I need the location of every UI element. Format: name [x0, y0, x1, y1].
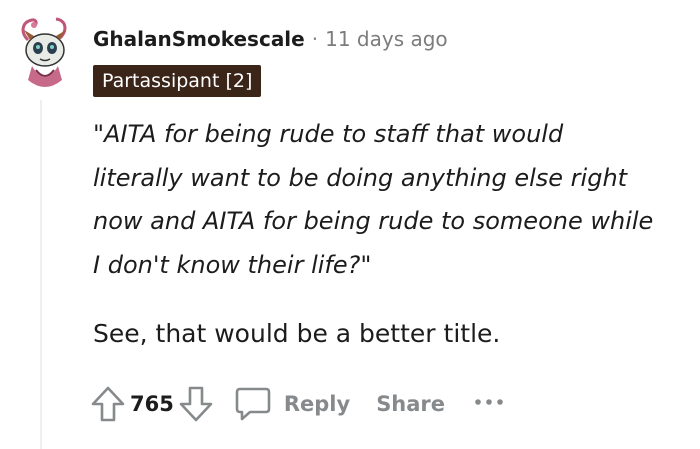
thread-line[interactable] — [40, 100, 42, 449]
reply-label: Reply — [283, 392, 351, 416]
quote-line: literally want to be doing anything else… — [93, 163, 628, 192]
more-dots-icon — [475, 399, 503, 405]
upvote-arrow-icon — [91, 386, 125, 422]
reply-button[interactable]: Reply — [234, 385, 350, 423]
meta-separator: · — [311, 27, 319, 51]
speech-bubble-icon — [235, 387, 271, 421]
upvote-button[interactable] — [88, 382, 128, 426]
comment-text: See, that would be a better title. — [93, 319, 501, 348]
comment-actions: 765 Reply Share — [88, 380, 507, 428]
timestamp[interactable]: 11 days ago — [325, 27, 448, 51]
vote-score: 765 — [130, 392, 174, 416]
username-link[interactable]: GhalanSmokescale — [93, 27, 305, 51]
downvote-button[interactable] — [176, 382, 216, 426]
share-button[interactable]: Share — [376, 392, 445, 416]
comment-quote: "AITA for being rude to staff that would… — [93, 113, 693, 287]
user-flair: Partassipant [2] — [93, 65, 262, 97]
comment-header: GhalanSmokescale · 11 days ago — [93, 24, 448, 54]
downvote-arrow-icon — [179, 386, 213, 422]
quote-line: "AITA for being rude to staff that would — [93, 120, 564, 148]
more-options-button[interactable] — [473, 397, 507, 411]
avatar[interactable] — [10, 10, 80, 90]
quote-line: now and AITA for being rude to someone w… — [93, 207, 654, 235]
quote-line: I don't know their life?" — [93, 250, 372, 279]
